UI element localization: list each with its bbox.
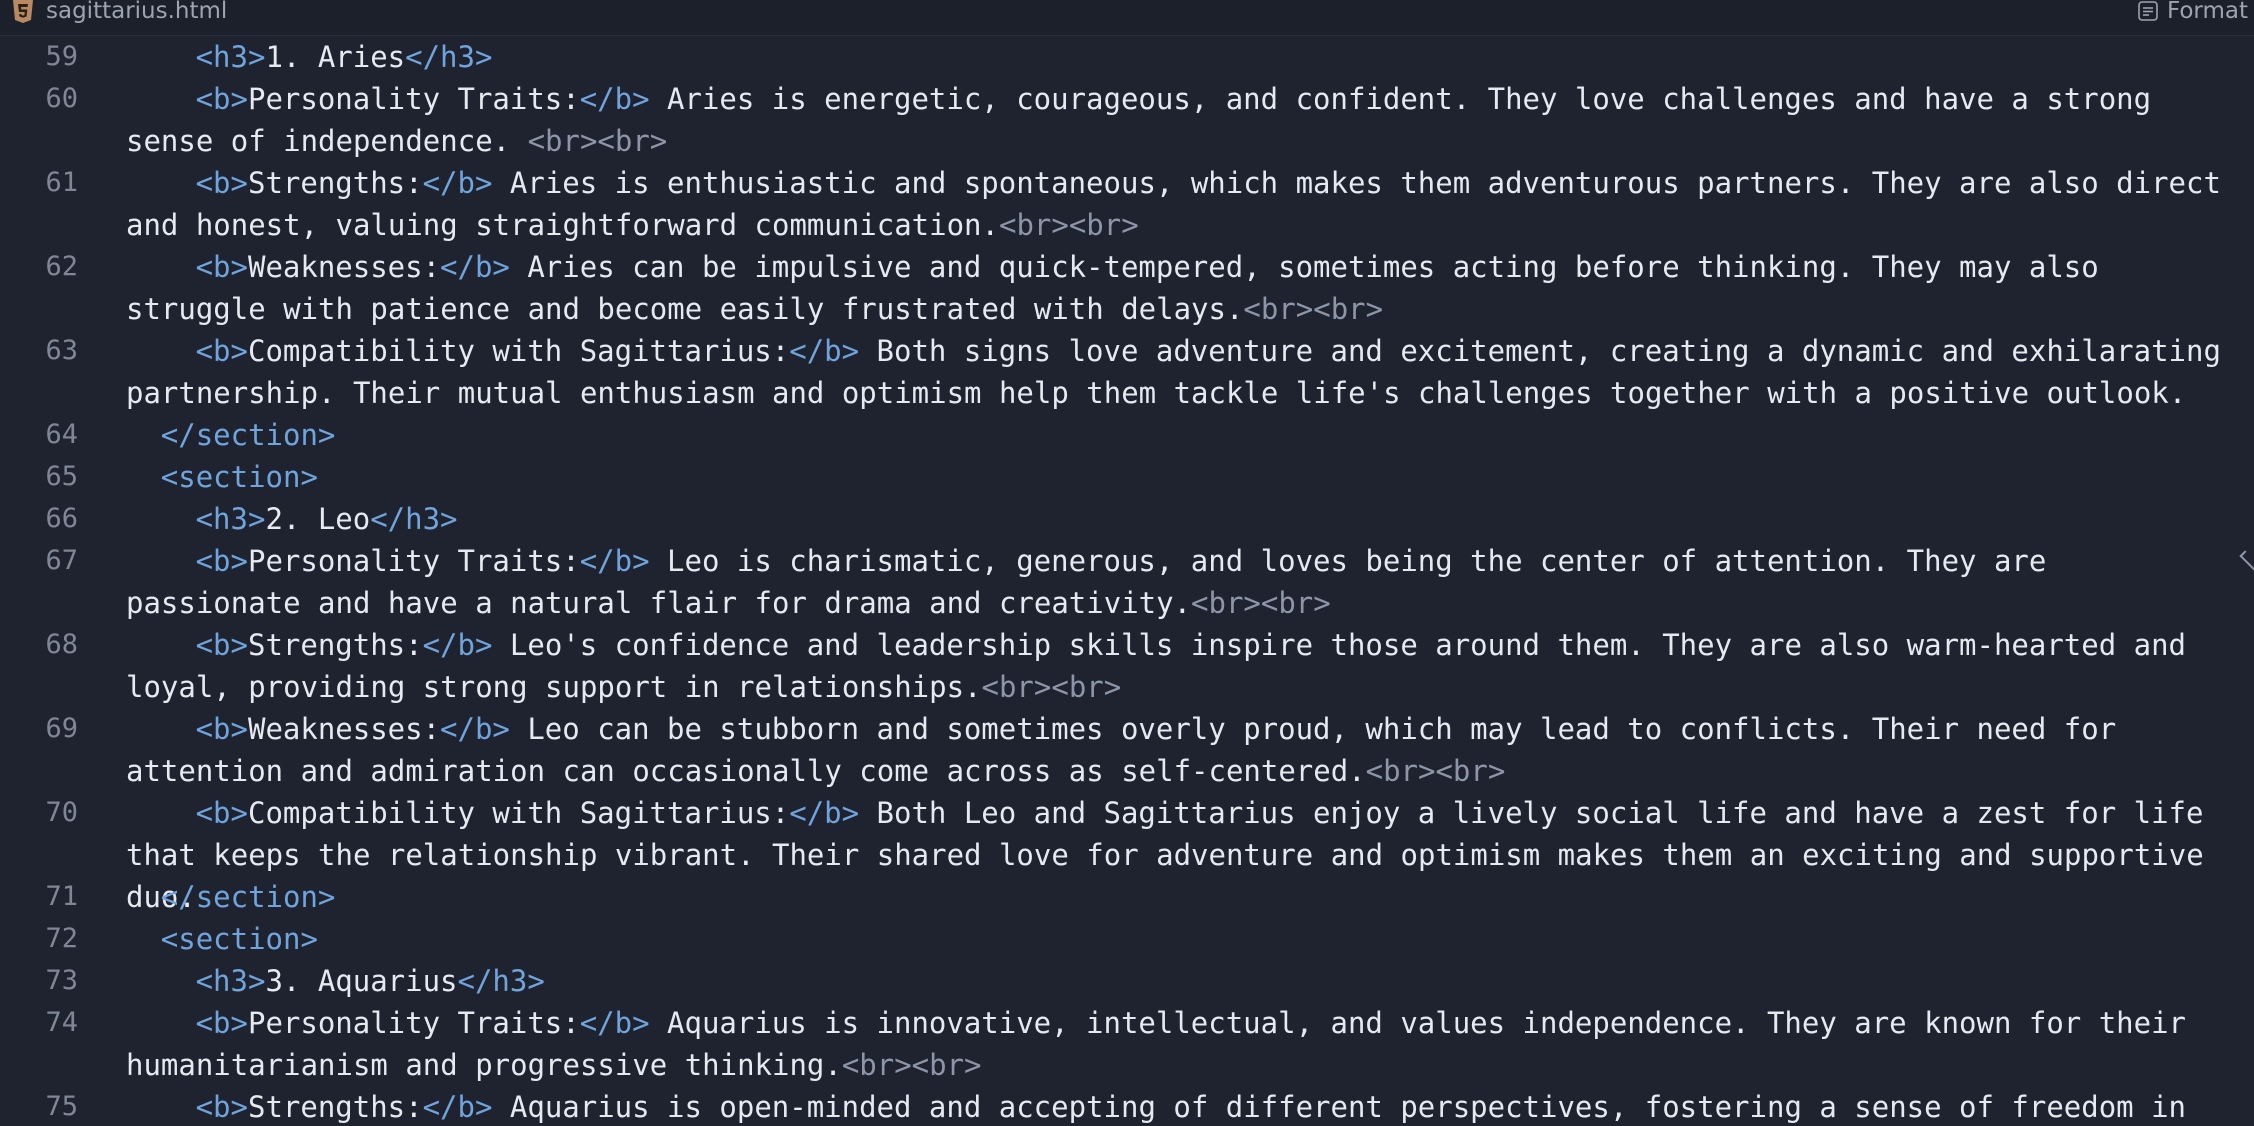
line-number: 65 [45, 461, 78, 492]
code-token-text: Strengths: [247, 166, 423, 200]
code-token-tag: <b> [195, 82, 248, 116]
format-label: Format [2166, 0, 2248, 24]
code-token-tag: </b> [579, 82, 650, 116]
code-token-tag: </b> [440, 250, 510, 284]
line-number: 67 [45, 545, 78, 576]
html5-file-icon [13, 0, 33, 23]
code-token-text: Personality Traits: [247, 1006, 580, 1040]
code-token-tag: </b> [579, 1006, 650, 1040]
line-number: 74 [45, 1007, 78, 1038]
code-text: <section> [126, 456, 2236, 498]
code-token-text: 1. Aries [265, 40, 406, 74]
code-token-tag: </h3> [405, 40, 493, 74]
line-number: 63 [45, 335, 78, 366]
code-token-tag: </b> [422, 166, 493, 200]
code-token-tag: <br><br> [981, 670, 1122, 704]
code-text: <h3>3. Aquarius</h3> [126, 960, 2236, 1002]
code-token-tag: <b> [195, 1090, 248, 1124]
code-token-tag: </b> [440, 712, 510, 746]
code-token-tag: </b> [579, 544, 650, 578]
code-text: </section> [126, 414, 2236, 456]
code-token-tag: <b> [195, 628, 248, 662]
code-token-tag: </b> [422, 628, 493, 662]
code-token-tag: </b> [789, 796, 860, 830]
file-name-tab[interactable]: sagittarius.html [46, 0, 227, 23]
code-token-text: 2. Leo [265, 502, 371, 536]
code-token-tag: <b> [195, 796, 248, 830]
code-token-tag: <b> [195, 250, 248, 284]
code-token-tag: </h3> [457, 964, 545, 998]
code-token-tag: </section> [160, 418, 336, 452]
format-icon [2138, 1, 2158, 21]
code-token-tag: <section> [160, 922, 318, 956]
line-number: 61 [45, 167, 78, 198]
code-token-text: Compatibility with Sagittarius: [247, 796, 790, 830]
code-token-tag: <b> [195, 334, 248, 368]
code-token-text: Personality Traits: [247, 82, 580, 116]
line-number: 66 [45, 503, 78, 534]
format-button[interactable]: Format [2137, 0, 2254, 24]
code-token-tag: <h3> [195, 40, 266, 74]
code-text: <b>Strengths:</b> Leo's confidence and l… [126, 624, 2236, 708]
code-token-tag: <br><br> [1243, 292, 1384, 326]
line-number: 75 [45, 1091, 78, 1122]
code-token-text: Strengths: [247, 628, 423, 662]
line-number: 69 [45, 713, 78, 744]
line-number: 62 [45, 251, 78, 282]
line-number: 70 [45, 797, 78, 828]
code-token-tag: </section> [160, 880, 336, 914]
code-token-tag: <br><br> [1365, 754, 1506, 788]
code-text: <b>Personality Traits:</b> Aquarius is i… [126, 1002, 2236, 1086]
code-text: <b>Strengths:</b> Aries is enthusiastic … [126, 162, 2236, 246]
line-number: 73 [45, 965, 78, 996]
code-text: <b>Weaknesses:</b> Aries can be impulsiv… [126, 246, 2236, 330]
code-text: <h3>2. Leo</h3> [126, 498, 2236, 540]
code-text: <h3>1. Aries</h3> [126, 36, 2236, 78]
code-token-text: 3. Aquarius [265, 964, 458, 998]
line-number: 60 [45, 83, 78, 114]
code-editor[interactable]: 59 <h3>1. Aries</h3> 60 <b>Personality Trai… [0, 36, 2254, 1126]
code-text: </section> [126, 876, 2236, 918]
code-token-tag: <b> [195, 712, 248, 746]
line-number: 72 [45, 923, 78, 954]
code-token-tag: <br><br> [527, 124, 668, 158]
code-token-tag: <h3> [195, 964, 266, 998]
code-token-tag: <br><br> [998, 208, 1139, 242]
line-number: 64 [45, 419, 78, 450]
code-token-tag: </b> [789, 334, 860, 368]
code-token-text: Strengths: [247, 1090, 423, 1124]
code-token-tag: <br><br> [841, 1048, 982, 1082]
code-token-text: Weaknesses: [247, 250, 441, 284]
code-token-tag: <h3> [195, 502, 266, 536]
line-number: 68 [45, 629, 78, 660]
line-number: 71 [45, 881, 78, 912]
code-token-text: Personality Traits: [247, 544, 580, 578]
code-token-text: Weaknesses: [247, 712, 441, 746]
code-token-text: Compatibility with Sagittarius: [247, 334, 790, 368]
code-token-text: Aquarius is open-minded and accepting of… [492, 1090, 2187, 1124]
code-text: <b>Personality Traits:</b> Leo is charis… [126, 540, 2236, 624]
code-text: <section> [126, 918, 2236, 960]
code-token-tag: <section> [160, 460, 318, 494]
code-token-tag: <b> [195, 544, 248, 578]
code-token-tag: </h3> [370, 502, 458, 536]
code-token-tag: <br><br> [1191, 586, 1331, 620]
code-text: <b>Personality Traits:</b> Aries is ener… [126, 78, 2236, 162]
line-number: 59 [45, 41, 78, 72]
code-token-tag: <b> [195, 166, 248, 200]
editor-tab-bar: sagittarius.html Format [0, 0, 2254, 36]
code-text: <b>Compatibility with Sagittarius:</b> B… [126, 330, 2236, 414]
code-text: <b>Strengths:</b> Aquarius is open-minde… [126, 1086, 2236, 1126]
code-text: <b>Weaknesses:</b> Leo can be stubborn a… [126, 708, 2236, 792]
code-token-tag: <b> [195, 1006, 248, 1040]
code-token-tag: </b> [422, 1090, 493, 1124]
